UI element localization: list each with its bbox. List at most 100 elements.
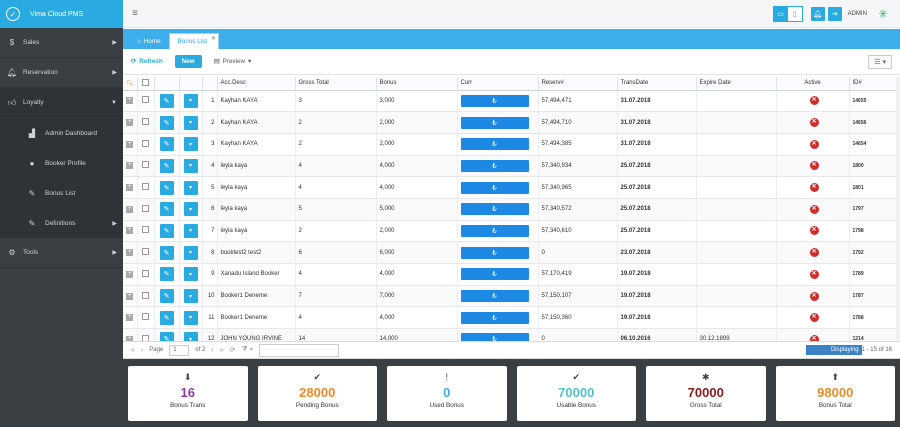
table-row[interactable]: + ✎ ▾ 9 Xanadu Island Booker 4 4,000 ₺ 5… xyxy=(123,263,900,286)
table-row[interactable]: + ✎ ▾ 2 Kayhan KAYA 2 2,000 ₺ 57,494,710… xyxy=(123,111,900,134)
row-menu-button[interactable]: ▾ xyxy=(179,285,203,308)
row-menu-button[interactable]: ▾ xyxy=(179,241,203,264)
next-page-icon[interactable]: › xyxy=(211,347,213,354)
edit-button[interactable]: ✎ xyxy=(154,90,180,113)
edit-button[interactable]: ✎ xyxy=(154,220,180,243)
expand-row-icon[interactable]: + xyxy=(123,263,138,286)
currency-button[interactable]: ₺ xyxy=(460,290,529,303)
table-row[interactable]: + ✎ ▾ 8 booktest2 test2 6 6,000 ₺ 0 23.0… xyxy=(123,241,900,264)
preview-button[interactable]: ▤ Preview ▾ xyxy=(214,58,252,65)
currency-button[interactable]: ₺ xyxy=(460,333,529,341)
table-row[interactable]: + ✎ ▾ 5 leyla kaya 4 4,000 ₺ 57,340,965 … xyxy=(123,176,900,199)
edit-button[interactable]: ✎ xyxy=(154,198,180,221)
edit-button[interactable]: ✎ xyxy=(154,263,180,286)
col-active[interactable]: Active xyxy=(776,77,850,91)
hamburger-icon[interactable]: ≡ xyxy=(132,8,138,19)
desktop-icon[interactable]: ▭ xyxy=(773,7,788,21)
row-checkbox[interactable] xyxy=(137,133,155,156)
row-checkbox[interactable] xyxy=(137,90,155,113)
first-page-icon[interactable]: « xyxy=(131,347,135,354)
quick-search-input[interactable] xyxy=(259,343,340,357)
edit-button[interactable]: ✎ xyxy=(154,111,180,134)
expand-row-icon[interactable]: + xyxy=(123,285,138,308)
row-menu-button[interactable]: ▾ xyxy=(179,198,203,221)
table-row[interactable]: + ✎ ▾ 4 leyla kaya 4 4,000 ₺ 57,340,934 … xyxy=(123,155,900,178)
sidebar-item-definitions[interactable]: ✎ Definitions ▶ xyxy=(0,208,123,238)
logout-icon[interactable]: ⇥ xyxy=(827,7,842,21)
admin-username[interactable]: ADMIN xyxy=(848,11,867,17)
vertical-scrollbar[interactable] xyxy=(896,77,900,341)
currency-button[interactable]: ₺ xyxy=(460,203,529,216)
prev-page-icon[interactable]: ‹ xyxy=(141,347,143,354)
sidebar-item-reservation[interactable]: 🔔︎ Reservation ▶ xyxy=(0,58,123,88)
currency-button[interactable]: ₺ xyxy=(460,181,529,194)
sidebar-item-sales[interactable]: $ Sales ▶ xyxy=(0,28,123,58)
expand-row-icon[interactable]: + xyxy=(123,198,138,221)
row-checkbox[interactable] xyxy=(137,176,155,199)
currency-button[interactable]: ₺ xyxy=(460,116,529,129)
row-checkbox[interactable] xyxy=(137,198,155,221)
expand-row-icon[interactable]: + xyxy=(123,241,138,264)
table-row[interactable]: + ✎ ▾ 3 Kayhan KAYA 2 2,000 ₺ 57,494,385… xyxy=(123,133,900,156)
table-row[interactable]: + ✎ ▾ 10 Booker1 Deneme 7 7,000 ₺ 57,150… xyxy=(123,285,900,308)
row-checkbox[interactable] xyxy=(137,306,155,330)
sidebar-item-admin-dashboard[interactable]: ▟ Admin Dashboard xyxy=(0,118,123,148)
table-row[interactable]: + ✎ ▾ 11 Booker1 Deneme 4 4,000 ₺ 57,150… xyxy=(123,306,900,330)
currency-button[interactable]: ₺ xyxy=(460,138,529,151)
row-checkbox[interactable] xyxy=(137,220,155,243)
sidebar-item-booker-profile[interactable]: ● Booker Profile xyxy=(0,148,123,178)
expand-row-icon[interactable]: + xyxy=(123,111,138,134)
expand-row-icon[interactable]: + xyxy=(123,328,138,341)
table-row[interactable]: + ✎ ▾ 12 JOHN YOUNG IRVINE 14 14,000 ₺ 0… xyxy=(123,328,900,341)
row-checkbox[interactable] xyxy=(137,111,155,134)
edit-button[interactable]: ✎ xyxy=(154,285,180,308)
currency-button[interactable]: ₺ xyxy=(460,246,529,259)
col-acc-desc[interactable]: Acc.Desc xyxy=(217,77,296,91)
row-menu-button[interactable]: ▾ xyxy=(179,306,203,330)
mobile-icon[interactable]: ▯ xyxy=(787,7,802,21)
currency-button[interactable]: ₺ xyxy=(460,268,529,281)
refresh-button[interactable]: ⟳ Refresh xyxy=(131,58,163,65)
edit-button[interactable]: ✎ xyxy=(154,133,180,156)
brand[interactable]: ✓ Vima Cloud PMS xyxy=(0,0,123,28)
edit-button[interactable]: ✎ xyxy=(154,155,180,178)
row-menu-button[interactable]: ▾ xyxy=(179,176,203,199)
col-gross-total[interactable]: Gross Total xyxy=(295,77,377,91)
table-row[interactable]: + ✎ ▾ 6 leyla kaya 5 5,000 ₺ 57,340,572 … xyxy=(123,198,900,221)
row-menu-button[interactable]: ▾ xyxy=(179,133,203,156)
notification-bell-icon[interactable]: 🔔︎ xyxy=(810,7,825,21)
row-menu-button[interactable]: ▾ xyxy=(179,263,203,286)
row-checkbox[interactable] xyxy=(137,285,155,308)
edit-button[interactable]: ✎ xyxy=(154,306,180,330)
currency-button[interactable]: ₺ xyxy=(460,159,529,172)
expand-row-icon[interactable]: + xyxy=(123,155,138,178)
row-checkbox[interactable] xyxy=(137,263,155,286)
tab-bonus-list[interactable]: Bonus List ✕ xyxy=(168,33,220,49)
new-button[interactable]: New xyxy=(174,55,202,68)
expand-row-icon[interactable]: + xyxy=(123,306,138,330)
row-menu-button[interactable]: ▾ xyxy=(179,220,203,243)
col-reserv[interactable]: Reserv# xyxy=(538,77,618,91)
col-id[interactable]: ID# xyxy=(849,77,900,91)
edit-button[interactable]: ✎ xyxy=(154,241,180,264)
table-row[interactable]: + ✎ ▾ 7 leyla kaya 2 2,000 ₺ 57,340,610 … xyxy=(123,220,900,243)
row-checkbox[interactable] xyxy=(137,241,155,264)
table-row[interactable]: + ✎ ▾ 1 Kayhan KAYA 3 3,000 ₺ 57,494,471… xyxy=(123,90,900,113)
expand-row-icon[interactable]: + xyxy=(123,133,138,156)
currency-button[interactable]: ₺ xyxy=(460,311,529,324)
row-menu-button[interactable]: ▾ xyxy=(179,111,203,134)
sidebar-item-bonus-list[interactable]: ✎ Bonus List xyxy=(0,178,123,208)
currency-button[interactable]: ₺ xyxy=(460,94,529,107)
page-input[interactable]: 1 xyxy=(169,344,190,356)
row-menu-button[interactable]: ▾ xyxy=(179,328,203,341)
refresh-icon[interactable]: ⟳ xyxy=(230,346,236,354)
edit-button[interactable]: ✎ xyxy=(154,328,180,341)
expand-row-icon[interactable]: + xyxy=(123,90,138,113)
last-page-icon[interactable]: » xyxy=(220,347,224,354)
col-expire-date[interactable]: Expire Date xyxy=(696,77,777,91)
row-menu-button[interactable]: ▾ xyxy=(179,90,203,113)
col-bonus[interactable]: Bonus xyxy=(376,77,458,91)
edit-button[interactable]: ✎ xyxy=(154,176,180,199)
row-checkbox[interactable] xyxy=(137,155,155,178)
column-settings-button[interactable]: ☰ ▾ xyxy=(868,55,892,69)
